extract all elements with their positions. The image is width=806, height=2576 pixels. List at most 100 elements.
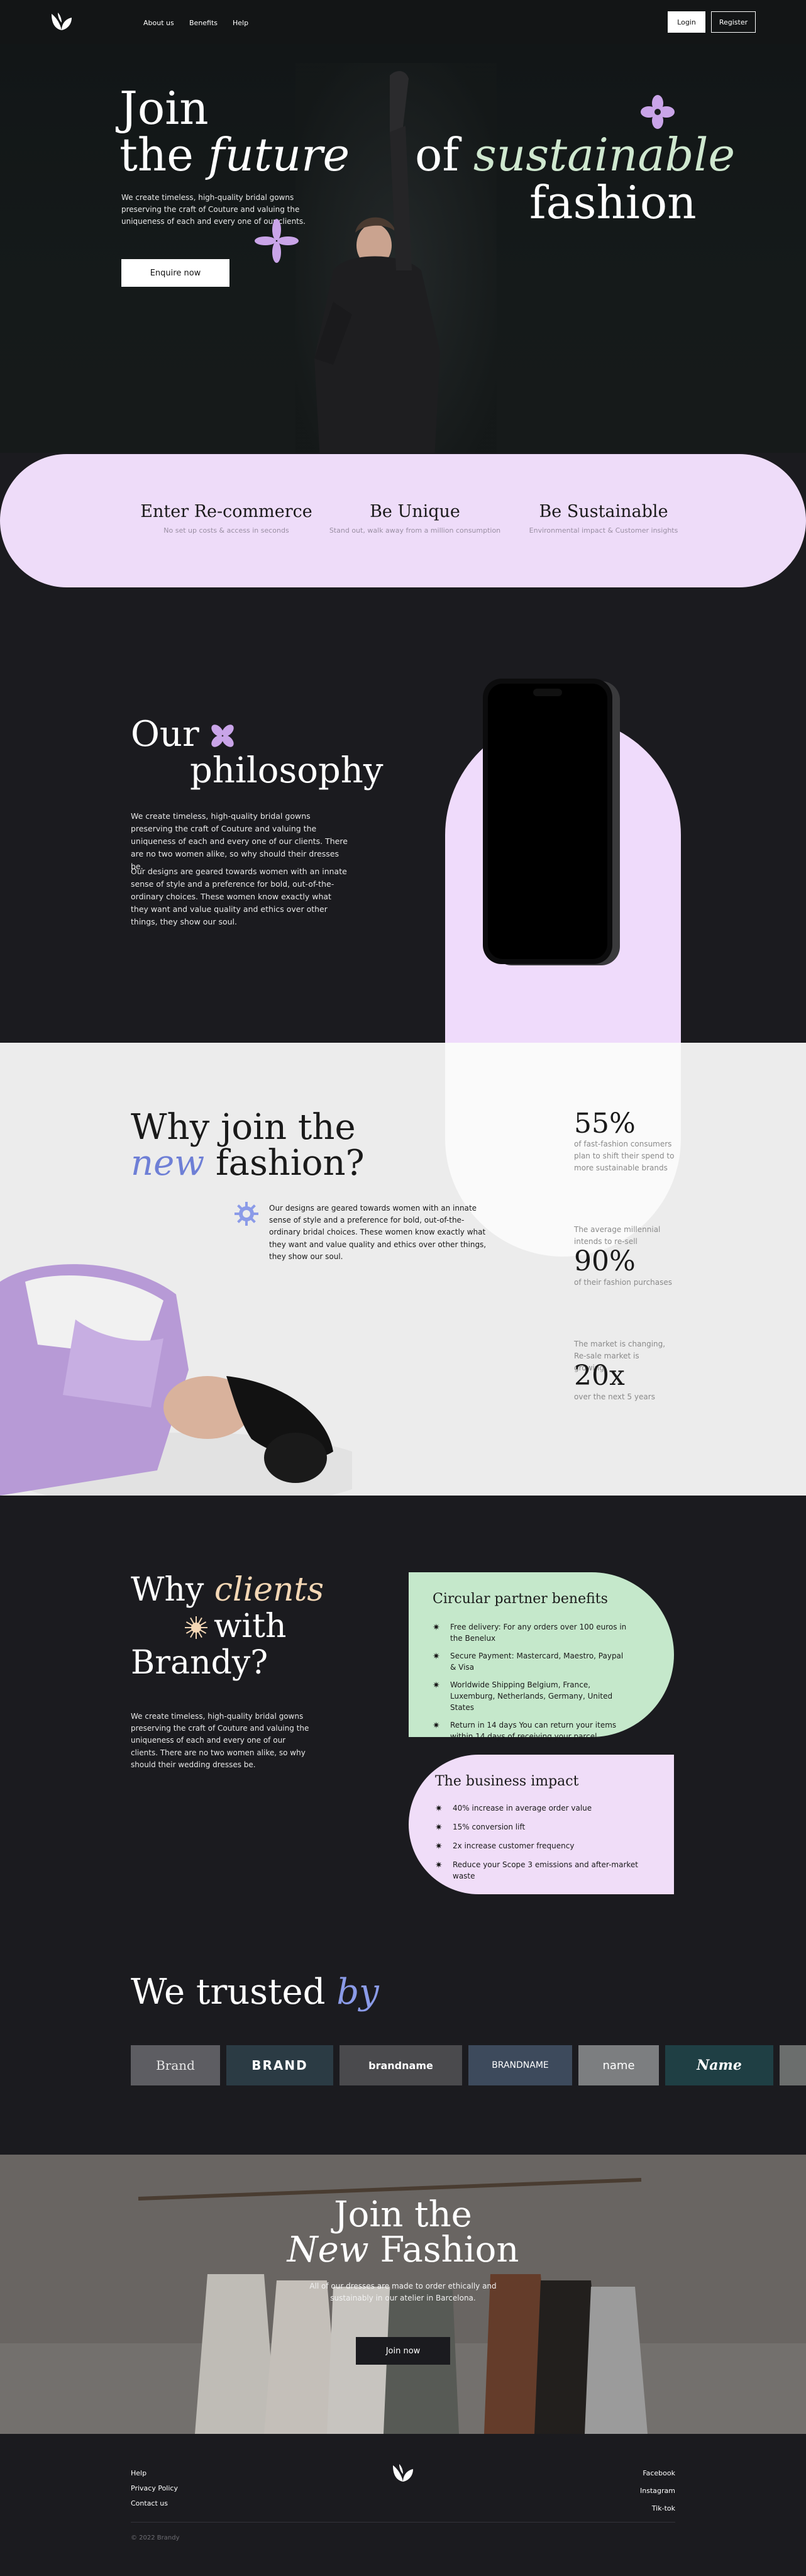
hero-title-word-the: the: [119, 128, 194, 181]
list-item-text: Free delivery: For any orders over 100 e…: [450, 1623, 627, 1643]
benefit-title: Enter Re-commerce: [140, 502, 312, 521]
list-item: ✷ 15% conversion lift: [435, 1821, 661, 1833]
why-join-title-word-new: new: [131, 1143, 205, 1184]
hero-title-line3: of sustainable: [415, 132, 735, 177]
brand-name: brandname: [368, 2059, 433, 2072]
hero-title-line4: fashion: [529, 176, 697, 229]
list-item-text: Worldwide Shipping Belgium, France, Luxe…: [450, 1680, 613, 1712]
hero-title-line2: the future: [119, 132, 350, 177]
nav-link-about[interactable]: About us: [143, 19, 174, 27]
benefit-subtitle: Stand out, walk away from a million cons…: [329, 526, 501, 535]
brand-name: Name: [697, 2057, 742, 2074]
list-item-text: 40% increase in average order value: [453, 1804, 592, 1813]
join-now-button[interactable]: Join now: [356, 2337, 450, 2365]
nav-link-benefits[interactable]: Benefits: [189, 19, 218, 27]
clients-title-word-clients: clients: [214, 1571, 324, 1609]
enquire-button[interactable]: Enquire now: [121, 259, 229, 287]
brand-logo-tile: BRAND: [226, 2045, 333, 2085]
benefit-item: Be Unique Stand out, walk away from a mi…: [321, 502, 509, 535]
sparkle-icon: [255, 219, 299, 263]
partner-benefits-card: Circular partner benefits ✷ Free delivery…: [409, 1572, 674, 1741]
cta-title-word-fashion: Fashion: [380, 2229, 519, 2270]
sun-gear-icon: [235, 1202, 258, 1226]
hero-model-image: [295, 63, 497, 453]
list-item: ✷ 40% increase in average order value: [435, 1802, 661, 1814]
star-bullet-icon: ✷: [433, 1721, 440, 1731]
footer-link-facebook[interactable]: Facebook: [643, 2469, 675, 2477]
brand-name: BRANDNAME: [492, 2060, 549, 2070]
cta-description: All of our dresses are made to order eth…: [309, 2282, 497, 2303]
benefit-subtitle: No set up costs & access in seconds: [163, 526, 289, 535]
clients-title-line2: with: [214, 1607, 287, 1645]
cta-title-line1: Join the: [334, 2194, 472, 2235]
x-flower-icon: [211, 724, 234, 747]
star-bullet-icon: ✷: [435, 1860, 443, 1870]
star-bullet-icon: ✷: [435, 1823, 443, 1833]
clients-title-line1: Why clients: [131, 1574, 324, 1606]
trusted-title-text: We trusted: [131, 1972, 326, 2012]
star-bullet-icon: ✷: [433, 1680, 440, 1690]
philosophy-title-line1: Our: [131, 717, 199, 752]
flower-icon: [641, 95, 675, 129]
brand-logo-tile: name: [578, 2045, 659, 2085]
list-item: ✷ Reduce your Scope 3 emissions and after…: [435, 1859, 661, 1882]
footer-logo-icon[interactable]: [390, 2463, 416, 2484]
stat-value: 55%: [574, 1108, 636, 1140]
clients-description: We create timeless, high-quality bridal …: [131, 1712, 309, 1769]
benefit-title: Be Sustainable: [539, 502, 668, 521]
philosophy-title-word-our: Our: [131, 714, 199, 755]
benefit-item: Enter Re-commerce No set up costs & acce…: [126, 502, 327, 535]
burst-icon: [185, 1616, 207, 1639]
register-button[interactable]: Register: [711, 11, 756, 33]
business-impact-list: ✷ 40% increase in average order value ✷ 15…: [435, 1802, 661, 1882]
top-navigation: About us Benefits Help Login Register: [0, 0, 806, 44]
list-item: ✷ Secure Payment: Mastercard, Maestro, Pa…: [433, 1650, 627, 1673]
list-item: ✷ 2x increase customer frequency: [435, 1840, 661, 1852]
footer-link-help[interactable]: Help: [131, 2469, 146, 2477]
list-item: ✷ Free delivery: For any orders over 100 …: [433, 1621, 627, 1644]
trusted-title-word-by: by: [336, 1972, 379, 2012]
phone-image: [483, 679, 620, 965]
nav-link-help[interactable]: Help: [233, 19, 248, 27]
brand-name: Brand: [156, 2058, 195, 2073]
benefit-title: Be Unique: [370, 502, 460, 521]
why-join-section: [0, 1043, 806, 1496]
hero-title-word-future: future: [207, 128, 350, 181]
list-item-text: 2x increase customer frequency: [453, 1841, 575, 1850]
copyright-text: © 2022 Brandy: [131, 2534, 180, 2541]
stat-value: 20x: [574, 1360, 625, 1392]
stat-caption: of their fashion purchases: [574, 1278, 673, 1287]
why-join-title-line1: Why join the: [131, 1107, 356, 1148]
list-item-text: 15% conversion lift: [453, 1823, 526, 1831]
why-join-title-line2: new fashion?: [131, 1146, 365, 1181]
why-join-title-word-fashion: fashion?: [215, 1143, 365, 1184]
list-item: ✷ Return in 14 days You can return your i…: [433, 1719, 627, 1742]
stat-caption: The average millennial intends to re-sel…: [574, 1225, 661, 1246]
brand-logo-tile: BRANDNAME: [468, 2045, 572, 2085]
footer-link-instagram[interactable]: Instagram: [640, 2487, 675, 2495]
partner-benefits-title: Circular partner benefits: [433, 1591, 608, 1607]
benefit-subtitle: Environmental impact & Customer insights: [529, 526, 678, 535]
list-item-text: Reduce your Scope 3 emissions and after-…: [453, 1860, 639, 1880]
list-item: ✷ Worldwide Shipping Belgium, France, Lux…: [433, 1679, 627, 1713]
woman-lying-image: [0, 1264, 352, 1496]
hero-title-line1: Join: [119, 82, 209, 135]
philosophy-paragraph: We create timeless, high-quality bridal …: [131, 811, 348, 871]
business-impact-title: The business impact: [435, 1774, 579, 1789]
business-impact-card: The business impact ✷ 40% increase in ave…: [409, 1755, 674, 1894]
login-button[interactable]: Login: [668, 11, 705, 33]
brand-logo-icon[interactable]: [49, 11, 74, 33]
list-item-text: Return in 14 days You can return your it…: [450, 1721, 617, 1741]
trusted-title: We trusted by: [131, 1975, 379, 2010]
footer-link-tiktok[interactable]: Tik-tok: [652, 2504, 675, 2512]
stat-value: 90%: [574, 1245, 636, 1277]
footer-divider: [131, 2522, 675, 2523]
footer-link-privacy[interactable]: Privacy Policy: [131, 2484, 178, 2492]
stat-caption: of fast-fashion consumers plan to shift …: [574, 1140, 675, 1173]
star-bullet-icon: ✷: [433, 1623, 440, 1633]
cta-title-word-new: New: [287, 2229, 369, 2270]
clients-title-word-why: Why: [131, 1571, 204, 1609]
brand-name: name: [602, 2058, 635, 2072]
brand-name: BRAND: [251, 2058, 308, 2073]
footer-link-contact[interactable]: Contact us: [131, 2499, 168, 2507]
